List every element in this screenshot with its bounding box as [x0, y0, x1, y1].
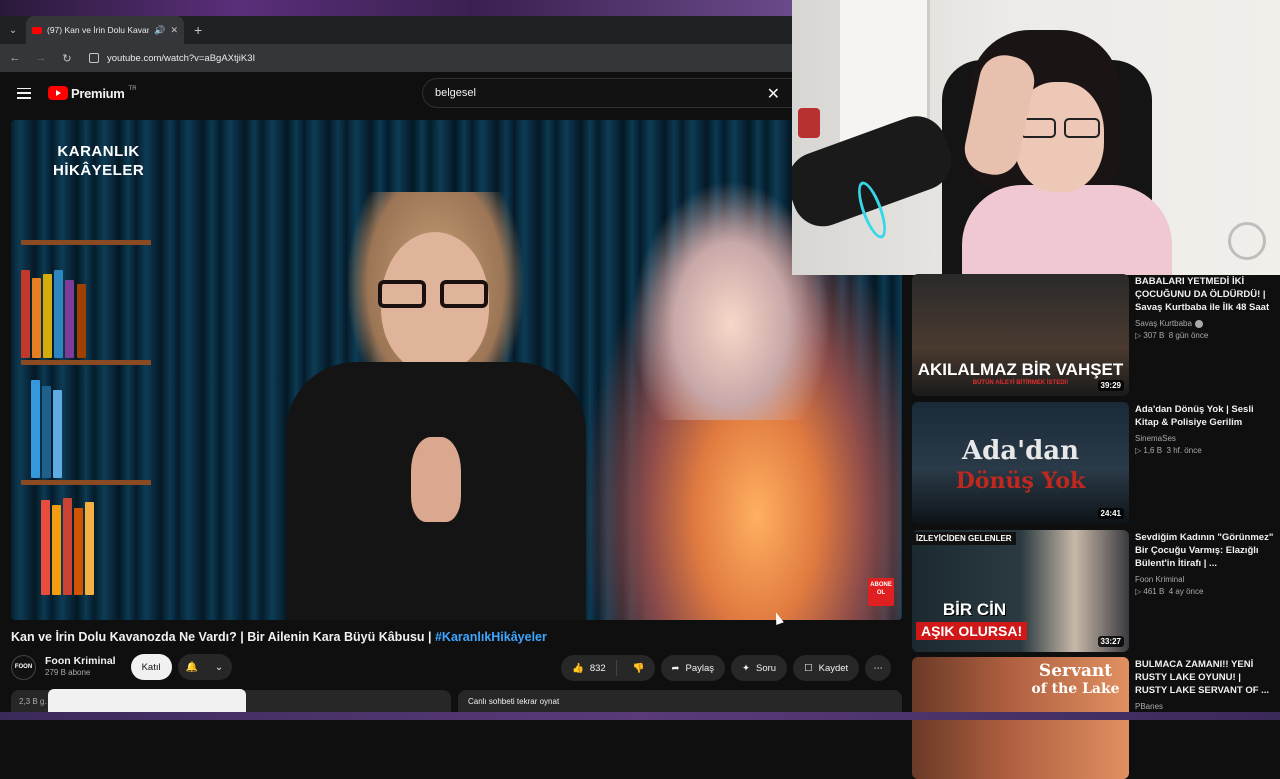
join-button[interactable]: Katıl: [130, 654, 172, 680]
thumbs-down-icon: 👎: [632, 662, 645, 674]
window-top-strip: [0, 0, 792, 16]
thumbnail-subtext: BÜTÜN AİLEYİ BİTİRMEK İSTEDİ!: [972, 380, 1069, 386]
recommended-channel[interactable]: Foon Kriminal: [1135, 573, 1275, 586]
video-thumbnail[interactable]: AKILALMAZ BİR VAHŞET BÜTÜN AİLEYİ BİTİRM…: [912, 274, 1129, 396]
sparkle-icon: ✦: [742, 662, 750, 674]
search-value[interactable]: belgesel: [435, 87, 476, 99]
more-actions-button[interactable]: ⋯: [865, 655, 892, 681]
upload-age: 4 ay önce: [1168, 587, 1204, 596]
thumbs-up-icon: 👍: [572, 662, 584, 674]
bell-icon: 🔔: [185, 661, 199, 673]
streamer-logo-icon: [1228, 222, 1266, 260]
recommended-title[interactable]: BABALARI YETMEDİ İKİ ÇOCUĞUNU DA ÖLDÜRDÜ…: [1135, 275, 1275, 314]
video-duration: 33:27: [1097, 636, 1124, 647]
clear-search-icon[interactable]: ✕: [767, 84, 780, 104]
youtube-header: Premium TR belgesel ✕: [0, 72, 792, 114]
bookmark-icon: ☐: [804, 662, 813, 674]
search-input[interactable]: belgesel ✕: [422, 78, 792, 108]
recommended-channel[interactable]: SinemaSes: [1135, 432, 1275, 445]
subscriber-count: 279 B abone: [45, 668, 91, 677]
more-icon: ⋯: [873, 662, 883, 674]
overlay-logo-text: KARANLIK HİKÂYELER: [53, 142, 144, 180]
youtube-premium-logo[interactable]: Premium TR: [48, 86, 137, 101]
video-title: Kan ve İrin Dolu Kavanozda Ne Vardı? | B…: [11, 630, 547, 644]
youtube-favicon-icon: [32, 26, 42, 34]
verified-icon: [1194, 319, 1203, 328]
recommended-video[interactable]: Ada'dan Dönüş Yok 24:41 Ada'dan Dönüş Yo…: [912, 402, 1280, 524]
video-thumbnail[interactable]: İZLEYİCİDEN GELENLER BİR CİN AŞIK OLURSA…: [912, 530, 1129, 652]
logo-text: Premium: [71, 85, 125, 101]
video-duration: 24:41: [1097, 508, 1124, 519]
video-player[interactable]: KARANLIK HİKÂYELER ABONE OL: [11, 120, 902, 620]
ask-label: Soru: [756, 662, 777, 674]
thumbnail-subtext: of the Lake: [1031, 681, 1120, 697]
browser-tab[interactable]: (97) Kan ve İrin Dolu Kavano 🔊 ✕: [26, 16, 184, 44]
new-tab-icon[interactable]: +: [194, 22, 202, 38]
channel-avatar[interactable]: FOON: [11, 654, 36, 680]
address-bar-row: ← → ↻ youtube.com/watch?v=aBgAXtjiK3I: [0, 44, 792, 72]
channel-name[interactable]: Foon Kriminal: [45, 655, 116, 667]
taskbar-strip: [0, 712, 1280, 720]
thumbnail-text: Servant: [1038, 661, 1113, 681]
video-hashtag-link[interactable]: #KaranlıkHikâyeler: [435, 630, 547, 644]
bookshelf: [11, 240, 151, 620]
share-label: Paylaş: [685, 662, 715, 674]
address-bar[interactable]: youtube.com/watch?v=aBgAXtjiK3I: [89, 53, 255, 64]
webcam-overlay: [792, 0, 1280, 275]
share-button[interactable]: ➦ Paylaş: [660, 655, 726, 681]
forward-icon[interactable]: →: [35, 52, 47, 64]
video-title-text: Kan ve İrin Dolu Kavanozda Ne Vardı? | B…: [11, 630, 435, 644]
recommended-video[interactable]: AKILALMAZ BİR VAHŞET BÜTÜN AİLEYİ BİTİRM…: [912, 274, 1280, 396]
view-count: 307 B: [1143, 331, 1165, 340]
video-actions: 👍 832 👎 ➦ Paylaş ✦ Soru ☐ Kaydet ⋯: [561, 655, 892, 681]
thumbnail-text: AKILALMAZ BİR VAHŞET: [917, 360, 1124, 379]
close-tab-icon[interactable]: ✕: [170, 25, 178, 36]
thumbnail-banner: İZLEYİCİDEN GELENLER: [912, 532, 1016, 545]
video-duration: 39:29: [1097, 380, 1124, 391]
url-text[interactable]: youtube.com/watch?v=aBgAXtjiK3I: [107, 53, 255, 64]
like-button[interactable]: 👍 832: [561, 660, 617, 676]
upload-age: 3 hf. önce: [1166, 446, 1202, 455]
save-button[interactable]: ☐ Kaydet: [793, 655, 860, 681]
save-label: Kaydet: [818, 662, 849, 674]
thumbnail-subtext: Dönüş Yok: [955, 468, 1086, 494]
overlay-line-1: KARANLIK: [57, 143, 140, 160]
tab-search-chevron-icon[interactable]: ⌄: [0, 16, 26, 44]
back-icon[interactable]: ←: [9, 52, 21, 64]
thumbnail-text: Ada'dan: [961, 436, 1080, 466]
subscribe-watermark[interactable]: ABONE OL: [868, 578, 894, 606]
ask-button[interactable]: ✦ Soru: [731, 655, 788, 681]
chevron-down-icon: ⌄: [214, 661, 224, 673]
like-count: 832: [589, 662, 606, 674]
logo-region: TR: [128, 85, 137, 92]
view-count: 1,6 B: [1143, 446, 1163, 455]
site-info-icon[interactable]: [89, 53, 99, 63]
youtube-play-icon: [48, 86, 68, 100]
recommended-channel[interactable]: Savaş Kurtbaba: [1135, 319, 1192, 328]
browser-tab-bar: ⌄ (97) Kan ve İrin Dolu Kavano 🔊 ✕ +: [0, 16, 792, 44]
reload-icon[interactable]: ↻: [61, 52, 73, 65]
video-thumbnail[interactable]: Ada'dan Dönüş Yok 24:41: [912, 402, 1129, 524]
thumbnail-text: BİR CİN: [942, 600, 1007, 619]
recommended-video[interactable]: İZLEYİCİDEN GELENLER BİR CİN AŞIK OLURSA…: [912, 530, 1280, 652]
view-count: 461 B: [1143, 587, 1165, 596]
recommended-title[interactable]: Sevdiğim Kadının "Görünmez" Bir Çocuğu V…: [1135, 531, 1275, 570]
recommended-title[interactable]: BULMACA ZAMANI!! YENİ RUSTY LAKE OYUNU! …: [1135, 658, 1275, 697]
thumbnail-subtext: AŞIK OLURSA!: [916, 622, 1028, 640]
recommended-title[interactable]: Ada'dan Dönüş Yok | Sesli Kitap & Polisi…: [1135, 403, 1275, 429]
notification-bell-button[interactable]: 🔔 ⌄: [177, 654, 232, 680]
tab-title: (97) Kan ve İrin Dolu Kavano: [47, 25, 150, 35]
upload-age: 8 gün önce: [1168, 331, 1209, 340]
audio-playing-icon[interactable]: 🔊: [154, 25, 165, 36]
channel-row: FOON Foon Kriminal 279 B abone Katıl 🔔 ⌄: [11, 654, 232, 680]
menu-icon[interactable]: [17, 87, 31, 99]
dislike-button[interactable]: 👎: [623, 663, 655, 674]
overlay-line-2: HİKÂYELER: [53, 162, 145, 179]
presenter: [286, 192, 586, 620]
share-icon: ➦: [671, 662, 680, 674]
like-dislike-group: 👍 832 👎: [561, 655, 655, 681]
